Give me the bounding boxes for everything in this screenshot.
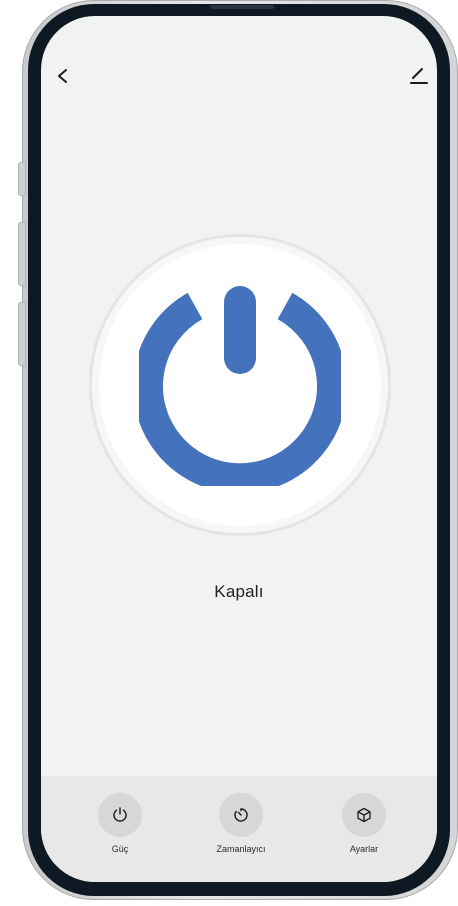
timer-icon bbox=[234, 808, 248, 822]
pencil-icon bbox=[410, 68, 428, 84]
power-status-text: Kapalı bbox=[214, 582, 264, 601]
power-toggle-button[interactable] bbox=[92, 237, 388, 533]
tab-power[interactable]: Güç bbox=[70, 793, 170, 854]
power-icon bbox=[139, 286, 341, 486]
speaker-grille bbox=[210, 5, 274, 9]
tab-power-circle bbox=[98, 793, 142, 837]
cube-icon bbox=[357, 807, 371, 823]
bottom-tab-bar: Güç Zamanlayıcı Ayarlar bbox=[41, 776, 437, 882]
edit-button[interactable] bbox=[407, 64, 431, 88]
tab-timer-circle bbox=[219, 793, 263, 837]
power-button-face bbox=[99, 244, 381, 526]
power-icon bbox=[113, 807, 127, 822]
top-bar bbox=[41, 60, 437, 96]
tab-settings-circle bbox=[342, 793, 386, 837]
app-screen: Kapalı Güç Zamanlayıcı Ayarlar bbox=[41, 16, 437, 882]
tab-timer[interactable]: Zamanlayıcı bbox=[191, 793, 291, 854]
tab-power-label: Güç bbox=[111, 844, 129, 854]
back-button[interactable] bbox=[53, 64, 75, 88]
tab-settings[interactable]: Ayarlar bbox=[314, 793, 414, 854]
side-button-mute bbox=[18, 162, 26, 196]
tab-settings-label: Ayarlar bbox=[349, 844, 379, 854]
tab-timer-label: Zamanlayıcı bbox=[216, 844, 266, 854]
side-button-volume-down bbox=[18, 302, 26, 366]
chevron-left-icon bbox=[58, 69, 67, 83]
side-button-volume-up bbox=[18, 222, 26, 286]
